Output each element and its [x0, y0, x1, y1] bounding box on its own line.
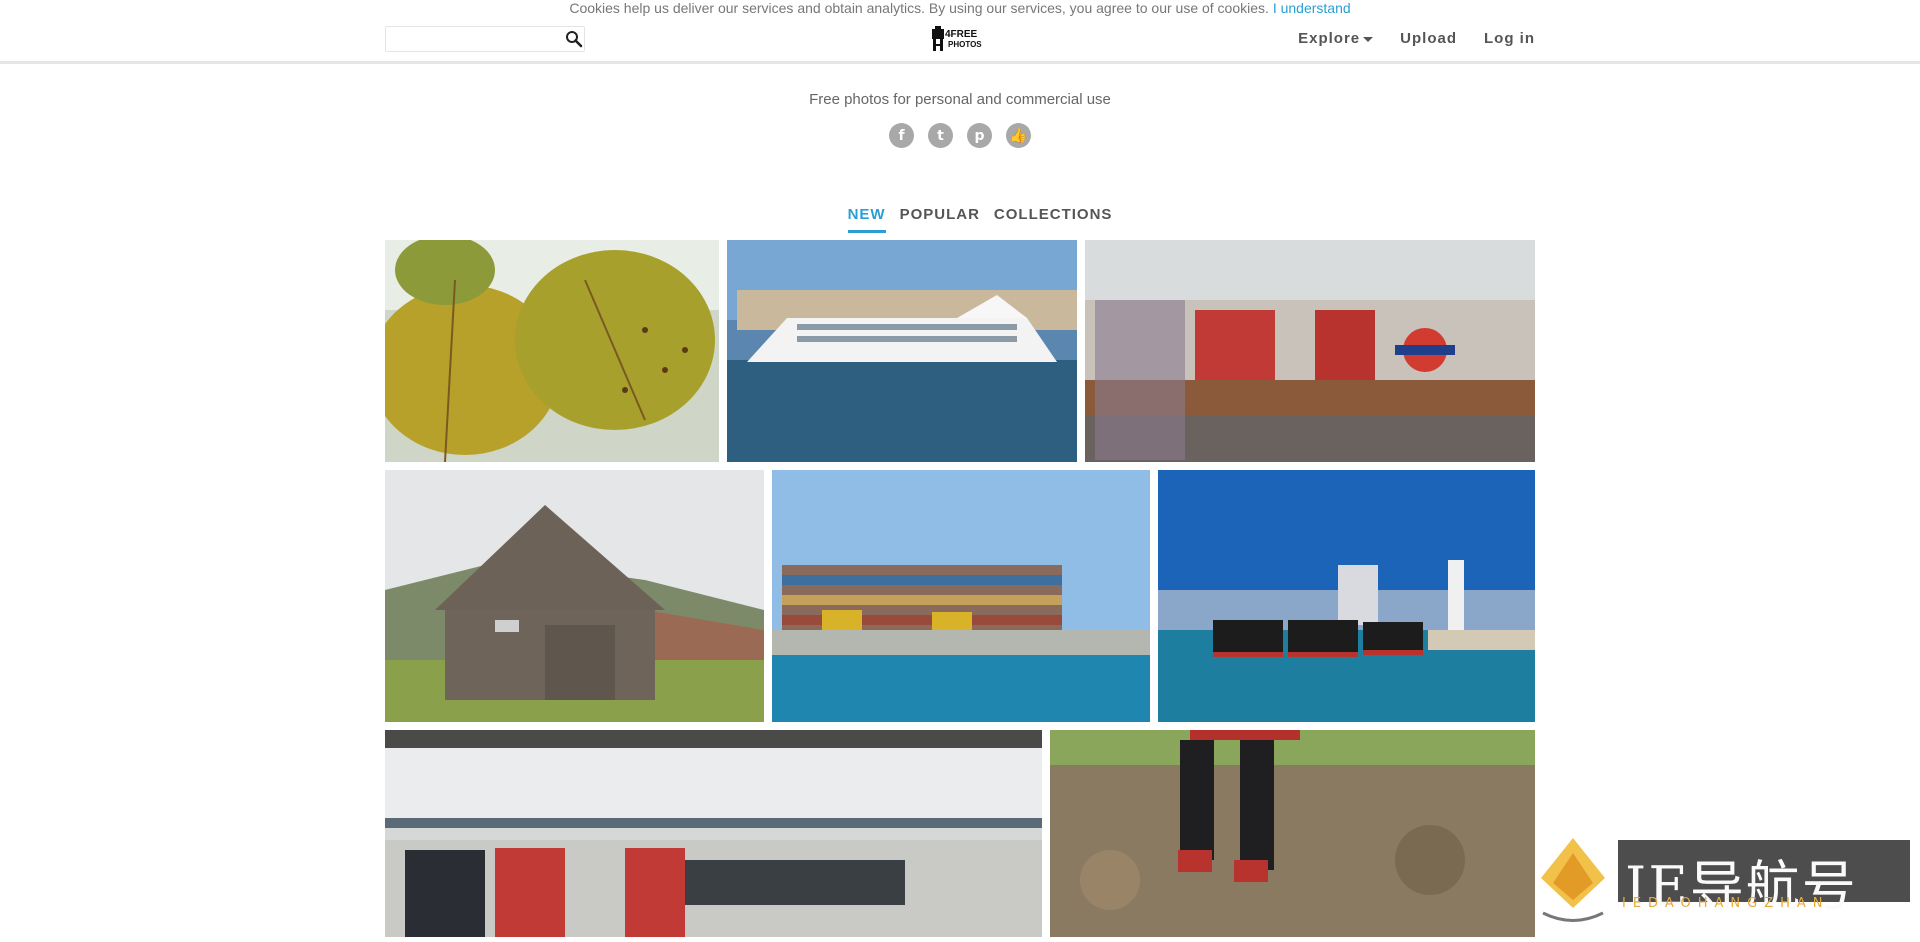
social-links: f t p 👍 — [0, 123, 1920, 148]
search-input[interactable] — [390, 29, 554, 51]
nav-explore[interactable]: Explore — [1298, 30, 1374, 48]
tagline: Free photos for personal and commercial … — [809, 91, 1111, 108]
like-icon[interactable]: 👍 — [1006, 123, 1031, 148]
nav-upload[interactable]: Upload — [1400, 30, 1457, 48]
photo-train-platform[interactable] — [385, 730, 1042, 937]
caret-down-icon — [1363, 36, 1374, 42]
tab-collections[interactable]: COLLECTIONS — [994, 206, 1113, 233]
photo-underground-train-blur[interactable] — [1085, 240, 1535, 462]
watermark-subtext: IEDAOHANGZHAN — [1622, 896, 1830, 911]
photo-container-port[interactable] — [772, 470, 1150, 722]
photo-wooden-barn[interactable] — [385, 470, 764, 722]
cookie-notice: Cookies help us deliver our services and… — [0, 0, 1920, 16]
logo-line1: 4FREE — [945, 29, 978, 40]
tab-popular[interactable]: POPULAR — [900, 206, 980, 233]
photo-tugboats-harbor[interactable] — [1158, 470, 1535, 722]
main-nav: Explore Upload Log in — [1298, 30, 1535, 48]
logo-line2: PHOTOS — [948, 40, 982, 49]
search-icon[interactable] — [563, 29, 585, 51]
nav-login[interactable]: Log in — [1484, 30, 1535, 48]
photo-cruise-ship[interactable] — [727, 240, 1077, 462]
photo-autumn-leaves[interactable] — [385, 240, 719, 462]
pinterest-icon[interactable]: p — [967, 123, 992, 148]
search-box — [385, 26, 585, 52]
cookie-message: Cookies help us deliver our services and… — [569, 0, 1269, 16]
cookie-accept-link[interactable]: I understand — [1273, 0, 1351, 16]
photo-legs-autumn-leaves[interactable] — [1050, 730, 1535, 937]
top-header: Cookies help us deliver our services and… — [0, 0, 1920, 64]
tab-new[interactable]: NEW — [847, 206, 886, 233]
gallery-tabs: NEW POPULAR COLLECTIONS — [20, 206, 1920, 233]
facebook-icon[interactable]: f — [889, 123, 914, 148]
twitter-icon[interactable]: t — [928, 123, 953, 148]
nav-explore-label: Explore — [1298, 30, 1361, 47]
site-logo[interactable]: 4FREE PHOTOS — [930, 25, 990, 53]
